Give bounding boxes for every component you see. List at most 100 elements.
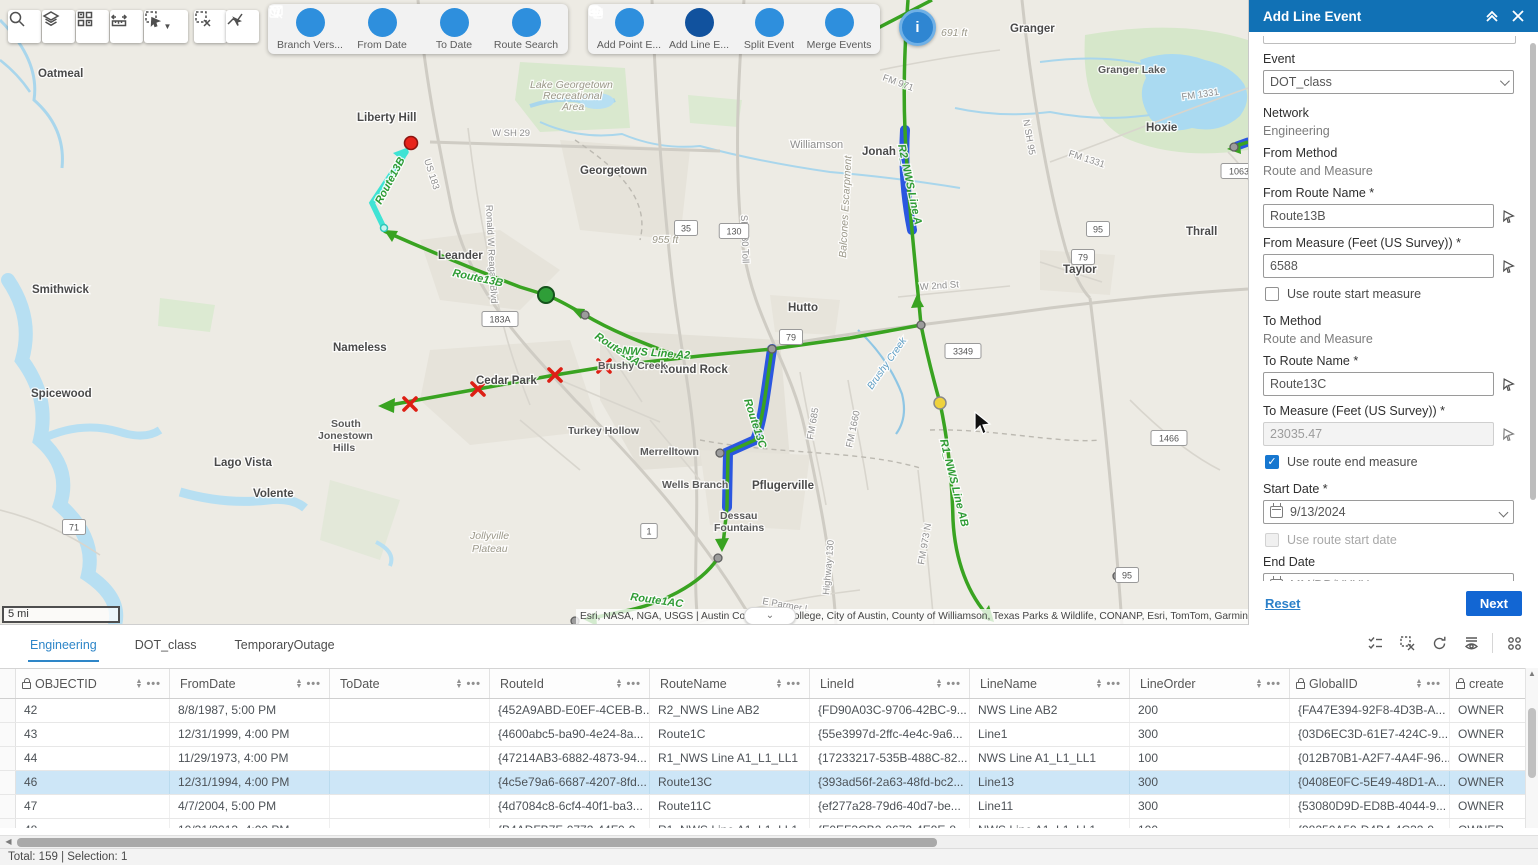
sort-icon[interactable]: ▲▼ xyxy=(1094,679,1105,689)
table-cell[interactable]: {FD90A03C-9706-42BC-9... xyxy=(810,699,970,722)
table-cell[interactable]: 100 xyxy=(1130,819,1290,828)
table-cell[interactable]: {4c5e79a6-6687-4207-8fd... xyxy=(490,771,650,794)
table-cell[interactable]: 8/8/1987, 5:00 PM xyxy=(170,699,330,722)
table-vertical-scrollbar[interactable]: ▲ xyxy=(1525,668,1538,828)
table-row[interactable]: 428/8/1987, 5:00 PM{452A9ABD-E0EF-4CEB-B… xyxy=(0,699,1538,723)
tool-branch-vers[interactable]: Branch Vers... xyxy=(276,7,344,51)
table-row[interactable]: 4312/31/1999, 4:00 PM{4600abc5-ba90-4e24… xyxy=(0,723,1538,747)
tab-engineering[interactable]: Engineering xyxy=(28,629,99,662)
pick-to-route-icon[interactable] xyxy=(1499,375,1517,393)
table-cell[interactable]: 300 xyxy=(1130,771,1290,794)
table-cell[interactable]: 46 xyxy=(16,771,170,794)
table-cell[interactable] xyxy=(330,747,490,770)
column-header-objectid[interactable]: OBJECTID▲▼••• xyxy=(16,669,170,698)
column-menu-icon[interactable]: ••• xyxy=(304,678,323,690)
sort-icon[interactable]: ▲▼ xyxy=(614,679,625,689)
column-header-routename[interactable]: RouteName▲▼••• xyxy=(650,669,810,698)
table-cell[interactable]: R2_NWS Line AB2 xyxy=(650,699,810,722)
table-cell[interactable]: 12/31/1994, 4:00 PM xyxy=(170,771,330,794)
tab-temporaryoutage[interactable]: TemporaryOutage xyxy=(233,629,337,662)
reset-link[interactable]: Reset xyxy=(1265,596,1300,611)
column-header-routeid[interactable]: RouteId▲▼••• xyxy=(490,669,650,698)
panel-scrollbar[interactable] xyxy=(1530,43,1536,500)
tool-add-line-e[interactable]: Add Line E... xyxy=(666,7,732,51)
table-cell[interactable]: {03D6EC3D-61E7-424C-9... xyxy=(1290,723,1450,746)
table-cell[interactable]: R1_NWS Line A1_L1_LL1 xyxy=(650,819,810,828)
column-header-fromdate[interactable]: FromDate▲▼••• xyxy=(170,669,330,698)
table-cell[interactable]: 100 xyxy=(1130,747,1290,770)
table-cell[interactable]: R1_NWS Line A1_L1_LL1 xyxy=(650,747,810,770)
pick-from-measure-icon[interactable] xyxy=(1499,257,1517,275)
to-route-input[interactable]: Route13C xyxy=(1263,372,1494,396)
column-header-lineid[interactable]: LineId▲▼••• xyxy=(810,669,970,698)
end-date-picker[interactable]: MM/DD/YYYY xyxy=(1263,573,1514,581)
table-cell[interactable] xyxy=(330,699,490,722)
table-cell[interactable]: {47214AB3-6882-4873-94... xyxy=(490,747,650,770)
row-gutter[interactable] xyxy=(0,723,16,746)
table-cell[interactable]: 4/7/2004, 5:00 PM xyxy=(170,795,330,818)
table-cell[interactable] xyxy=(330,795,490,818)
from-route-input[interactable]: Route13B xyxy=(1263,204,1494,228)
table-cell[interactable]: 300 xyxy=(1130,795,1290,818)
table-cell[interactable]: 11/29/1973, 4:00 PM xyxy=(170,747,330,770)
table-cell[interactable]: {FA47E394-92F8-4D3B-A... xyxy=(1290,699,1450,722)
show-selected-records-button[interactable] xyxy=(1361,629,1389,657)
tool-merge-events[interactable]: Merge Events xyxy=(806,7,872,51)
table-row-selected[interactable]: 4612/31/1994, 4:00 PM {4c5e79a6-6687-4207… xyxy=(0,771,1538,795)
table-cell[interactable]: NWS Line A1_L1_LL1 xyxy=(970,819,1130,828)
refresh-button[interactable] xyxy=(1425,629,1453,657)
column-menu-icon[interactable]: ••• xyxy=(944,678,963,690)
table-cell[interactable]: {53080D9D-ED8B-4044-9... xyxy=(1290,795,1450,818)
column-menu-icon[interactable]: ••• xyxy=(624,678,643,690)
table-cell[interactable] xyxy=(330,771,490,794)
map-view[interactable]: OatmealLiberty HillSmithwickNamelessSpic… xyxy=(0,0,1248,625)
table-cell[interactable]: Line1 xyxy=(970,723,1130,746)
table-cell[interactable]: Route13C xyxy=(650,771,810,794)
table-cell[interactable]: {4600abc5-ba90-4e24-8a... xyxy=(490,723,650,746)
table-cell[interactable] xyxy=(330,723,490,746)
pick-from-route-icon[interactable] xyxy=(1499,207,1517,225)
table-cell[interactable]: {B4ADFB7F-0772-44F0-9... xyxy=(490,819,650,828)
table-cell[interactable]: Line13 xyxy=(970,771,1130,794)
table-row[interactable]: 4810/31/2013, 4:00 PM{B4ADFB7F-0772-44F0… xyxy=(0,819,1538,828)
table-cell[interactable]: Route11C xyxy=(650,795,810,818)
next-button[interactable]: Next xyxy=(1466,591,1522,616)
tool-to-date[interactable]: To Date xyxy=(420,7,488,51)
row-gutter[interactable] xyxy=(0,747,16,770)
collapse-panel-icon[interactable] xyxy=(1482,6,1502,26)
table-cell[interactable]: 44 xyxy=(16,747,170,770)
toggle-field-visibility-button[interactable] xyxy=(1457,629,1485,657)
sort-icon[interactable]: ▲▼ xyxy=(1414,679,1425,689)
scroll-left-icon[interactable]: ◀ xyxy=(2,836,15,848)
table-cell[interactable]: 47 xyxy=(16,795,170,818)
table-cell[interactable]: {ef277a28-79d6-40d7-be... xyxy=(810,795,970,818)
table-cell[interactable]: 43 xyxy=(16,723,170,746)
clear-selection-button[interactable] xyxy=(1393,629,1421,657)
tool-add-point-e[interactable]: Add Point E... xyxy=(596,7,662,51)
measure-button[interactable] xyxy=(110,10,143,43)
event-select[interactable]: DOT_class xyxy=(1263,70,1514,94)
sort-icon[interactable]: ▲▼ xyxy=(134,679,145,689)
table-cell[interactable]: {98250A59-D4B4-4C32-9... xyxy=(1290,819,1450,828)
column-header-globalid[interactable]: GlobalID▲▼••• xyxy=(1290,669,1450,698)
column-menu-icon[interactable]: ••• xyxy=(1424,678,1443,690)
column-menu-icon[interactable]: ••• xyxy=(144,678,163,690)
table-cell[interactable]: {55e3997d-2ffc-4e4c-9a6... xyxy=(810,723,970,746)
sort-icon[interactable]: ▲▼ xyxy=(934,679,945,689)
row-gutter[interactable] xyxy=(0,699,16,722)
basemap-button[interactable] xyxy=(76,10,109,43)
sort-icon[interactable]: ▲▼ xyxy=(454,679,465,689)
table-cell[interactable]: {393ad56f-2a63-48fd-bc2... xyxy=(810,771,970,794)
layers-button[interactable] xyxy=(42,10,75,43)
row-gutter[interactable] xyxy=(0,771,16,794)
select-route-button[interactable] xyxy=(226,10,259,43)
table-options-button[interactable] xyxy=(1500,629,1528,657)
table-cell[interactable]: {17233217-535B-488C-82... xyxy=(810,747,970,770)
use-route-start-measure-row[interactable]: Use route start measure xyxy=(1265,287,1516,301)
sort-icon[interactable]: ▲▼ xyxy=(294,679,305,689)
table-cell[interactable]: NWS Line A1_L1_LL1 xyxy=(970,747,1130,770)
column-menu-icon[interactable]: ••• xyxy=(1264,678,1283,690)
table-cell[interactable]: 48 xyxy=(16,819,170,828)
table-row[interactable]: 4411/29/1973, 4:00 PM {47214AB3-6882-4873… xyxy=(0,747,1538,771)
row-gutter[interactable] xyxy=(0,795,16,818)
